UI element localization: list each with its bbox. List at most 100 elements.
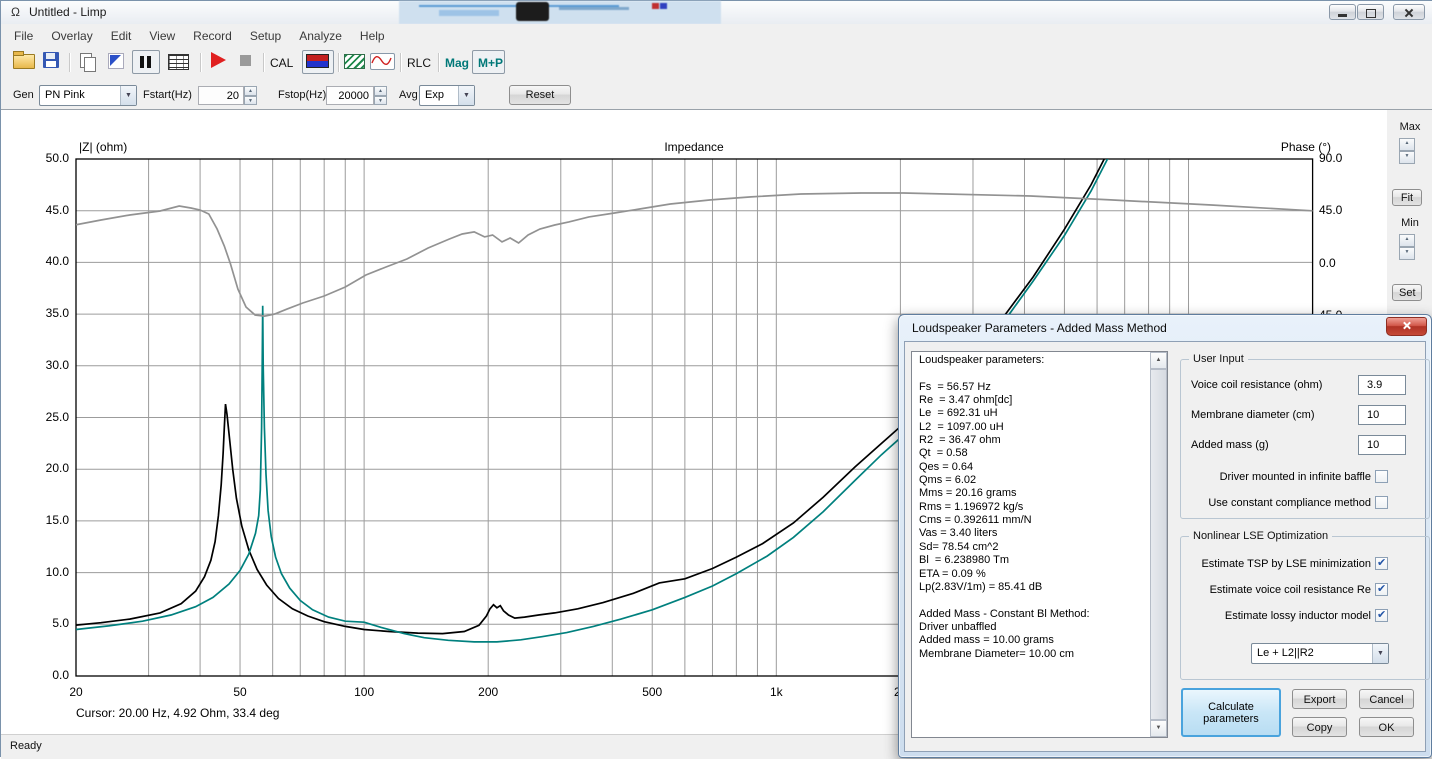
inductor-model-value: Le + L2||R2 [1257, 647, 1314, 659]
parameter-line: Loudspeaker parameters: [919, 354, 1149, 367]
record-play-icon[interactable] [211, 52, 226, 68]
menu-item[interactable]: Record [184, 26, 241, 46]
estimate-re-checkbox[interactable] [1375, 583, 1388, 596]
menu-item[interactable]: Analyze [290, 26, 351, 46]
infinite-baffle-label: Driver mounted in infinite baffle [1188, 471, 1371, 483]
menu-item[interactable]: File [5, 26, 42, 46]
bw-background-icon[interactable] [108, 53, 124, 69]
menu-item[interactable]: View [140, 26, 184, 46]
pause-toggle-button[interactable] [132, 50, 160, 74]
estimate-lossy-checkbox[interactable] [1375, 609, 1388, 622]
chevron-down-icon: ▼ [120, 86, 136, 105]
spin-down-icon[interactable]: ▼ [244, 96, 257, 106]
estimate-lossy-label: Estimate lossy inductor model [1188, 610, 1371, 622]
parameter-line: Rms = 1.196972 kg/s [919, 501, 1149, 514]
calibrate-button[interactable]: CAL [270, 56, 293, 70]
toolbar-separator [263, 53, 265, 72]
x-axis-tick-label: 20 [56, 685, 96, 699]
restore-icon [1366, 9, 1376, 18]
minimize-button[interactable] [1329, 4, 1356, 20]
reset-button[interactable]: Reset [509, 85, 571, 105]
inductor-model-select[interactable]: Le + L2||R2 ▼ [1251, 643, 1389, 664]
series-phase-free-air [76, 193, 1313, 316]
parameter-line: Qes = 0.64 [919, 461, 1149, 474]
toolbar-separator [438, 53, 440, 72]
spin-up-icon[interactable]: ▲ [374, 86, 387, 96]
chevron-down-icon: ▼ [458, 86, 474, 105]
membrane-diameter-input[interactable] [1358, 405, 1406, 425]
fstop-stepper[interactable]: ▲▼ [374, 86, 387, 105]
stop-icon[interactable] [240, 55, 251, 66]
left-axis-tick-label: 10.0 [29, 565, 69, 579]
restore-button[interactable] [1357, 4, 1384, 20]
menu-bar: FileOverlayEditViewRecordSetupAnalyzeHel… [1, 24, 1432, 47]
loudspeaker-parameters-dialog: Loudspeaker Parameters - Added Mass Meth… [898, 314, 1432, 758]
spin-up-icon[interactable]: ▲ [244, 86, 257, 96]
parameter-line [919, 594, 1149, 607]
max-stepper[interactable]: ▲▼ [1399, 138, 1415, 164]
parameter-line: R2 = 36.47 ohm [919, 434, 1149, 447]
parameters-listbox[interactable]: Loudspeaker parameters: Fs = 56.57 HzRe … [911, 351, 1168, 738]
voice-coil-resistance-input[interactable] [1358, 375, 1406, 395]
parameter-line: Membrane Diameter= 10.00 cm [919, 648, 1149, 661]
green-hatch-icon[interactable] [344, 54, 365, 69]
gen-label: Gen [13, 89, 34, 101]
dialog-close-button[interactable] [1386, 317, 1427, 336]
cursor-readout: Cursor: 20.00 Hz, 4.92 Ohm, 33.4 deg [76, 706, 279, 720]
spin-down-icon[interactable]: ▼ [374, 96, 387, 106]
fit-button[interactable]: Fit [1392, 189, 1422, 206]
max-label: Max [1388, 121, 1432, 133]
spin-up-icon[interactable]: ▲ [1399, 138, 1415, 151]
menu-item[interactable]: Edit [102, 26, 141, 46]
sine-generator-icon[interactable] [370, 53, 395, 70]
right-axis-tick-label: 45.0 [1319, 203, 1342, 217]
menu-item[interactable]: Setup [241, 26, 290, 46]
left-axis-tick-label: 0.0 [29, 668, 69, 682]
spin-down-icon[interactable]: ▼ [1399, 247, 1415, 260]
avg-label: Avg [399, 89, 418, 101]
left-axis-tick-label: 40.0 [29, 254, 69, 268]
scroll-down-icon[interactable]: ▼ [1150, 720, 1167, 737]
cancel-button[interactable]: Cancel [1359, 689, 1414, 709]
menu-item[interactable]: Help [351, 26, 394, 46]
copy-icon[interactable] [80, 53, 92, 68]
table-view-icon[interactable] [168, 54, 189, 70]
scroll-up-icon[interactable]: ▲ [1150, 352, 1167, 369]
magnitude-view-button[interactable]: Mag [445, 56, 469, 70]
estimate-tsp-checkbox[interactable] [1375, 557, 1388, 570]
parameter-line: Driver unbaffled [919, 621, 1149, 634]
rlc-mode-button[interactable]: RLC [407, 56, 431, 70]
parameter-line: Qms = 6.02 [919, 474, 1149, 487]
fstop-input[interactable] [326, 86, 374, 105]
left-axis-tick-label: 45.0 [29, 203, 69, 217]
constant-compliance-checkbox[interactable] [1375, 496, 1388, 509]
scrollbar-thumb[interactable] [1150, 369, 1167, 720]
generator-type-select[interactable]: PN Pink ▼ [39, 85, 137, 106]
save-file-icon[interactable] [43, 52, 59, 68]
parameter-line: Le = 692.31 uH [919, 407, 1149, 420]
close-icon [1404, 8, 1414, 18]
ok-button[interactable]: OK [1359, 717, 1414, 737]
infinite-baffle-checkbox[interactable] [1375, 470, 1388, 483]
constant-compliance-label: Use constant compliance method [1188, 497, 1371, 509]
copy-button[interactable]: Copy [1292, 717, 1347, 737]
export-button[interactable]: Export [1292, 689, 1347, 709]
set-button[interactable]: Set [1392, 284, 1422, 301]
min-stepper[interactable]: ▲▼ [1399, 234, 1415, 260]
right-axis-title: Phase (°) [1201, 140, 1331, 154]
parameter-line: Lp(2.83V/1m) = 85.41 dB [919, 581, 1149, 594]
calculate-parameters-button[interactable]: Calculate parameters [1181, 688, 1281, 737]
spin-up-icon[interactable]: ▲ [1399, 234, 1415, 247]
listbox-scrollbar[interactable]: ▲ ▼ [1150, 352, 1167, 737]
close-button[interactable] [1393, 4, 1425, 20]
fstart-stepper[interactable]: ▲▼ [244, 86, 257, 105]
right-axis-tick-label: 0.0 [1319, 256, 1336, 270]
x-axis-tick-label: 200 [468, 685, 508, 699]
open-file-icon[interactable] [13, 54, 35, 69]
averaging-select[interactable]: Exp ▼ [419, 85, 475, 106]
spin-down-icon[interactable]: ▼ [1399, 151, 1415, 164]
fstop-label: Fstop(Hz) [278, 89, 326, 101]
added-mass-input[interactable] [1358, 435, 1406, 455]
menu-item[interactable]: Overlay [42, 26, 101, 46]
fstart-input[interactable] [198, 86, 244, 105]
